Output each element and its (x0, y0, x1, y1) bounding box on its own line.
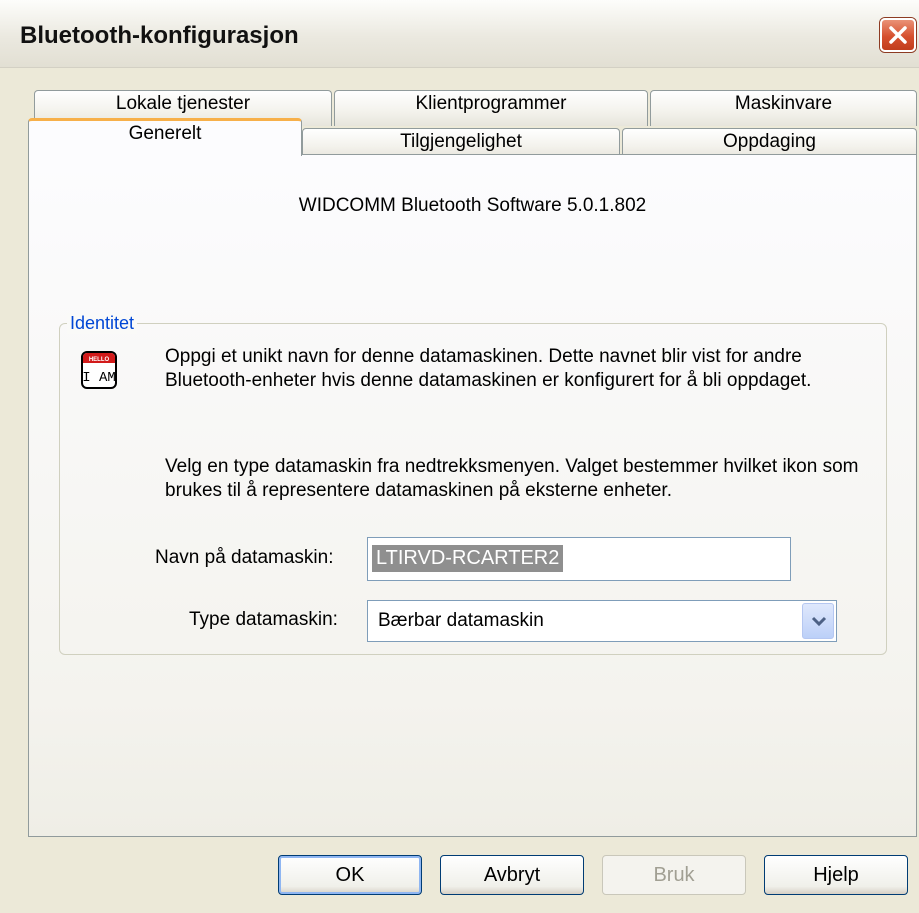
tab-label: Lokale tjenester (115, 93, 251, 114)
identity-group-label: Identitet (67, 313, 138, 334)
cancel-button[interactable]: Avbryt (440, 855, 584, 895)
computer-name-value: LTIRVD-RCARTER2 (372, 545, 564, 572)
computer-type-label: Type datamaskin: (189, 609, 338, 630)
tab-label: Generelt (128, 123, 202, 144)
name-tag-icon: HELLO I AM (81, 351, 117, 389)
tab-generelt[interactable]: Generelt (28, 118, 302, 156)
window-title: Bluetooth-konfigurasjon (20, 22, 299, 49)
dropdown-button[interactable] (802, 603, 834, 639)
help-button[interactable]: Hjelp (764, 855, 908, 895)
software-version-text: WIDCOMM Bluetooth Software 5.0.1.802 (298, 195, 647, 216)
name-tag-hello-text: HELLO (89, 357, 110, 363)
computer-type-value: Bærbar datamaskin (378, 610, 544, 631)
computer-name-input[interactable]: LTIRVD-RCARTER2 (367, 537, 791, 581)
computer-name-label: Navn på datamaskin: (155, 547, 334, 568)
close-icon (889, 26, 907, 44)
ok-button[interactable]: OK (278, 855, 422, 895)
general-tab-panel: WIDCOMM Bluetooth Software 5.0.1.802 Ide… (28, 154, 917, 837)
tab-label: Tilgjengelighet (400, 131, 522, 152)
chevron-down-icon (811, 616, 827, 627)
identity-description: Oppgi et unikt navn for denne datamaskin… (165, 346, 812, 391)
tab-label: Oppdaging (723, 131, 816, 152)
close-button[interactable] (880, 18, 916, 52)
title-bar[interactable]: Bluetooth-konfigurasjon (0, 0, 919, 68)
tab-label: Maskinvare (734, 93, 833, 114)
tab-maskinvare[interactable]: Maskinvare (650, 90, 917, 126)
tab-klientprogrammer[interactable]: Klientprogrammer (334, 90, 648, 126)
name-tag-iam-text: I AM (82, 370, 116, 386)
tab-label: Klientprogrammer (415, 93, 567, 114)
computer-type-description: Velg en type datamaskin fra nedtrekksmen… (165, 456, 859, 501)
apply-button[interactable]: Bruk (602, 855, 746, 895)
bluetooth-config-window: Bluetooth-konfigurasjon Lokale tjenester… (0, 0, 919, 913)
computer-type-select[interactable]: Bærbar datamaskin (367, 600, 837, 642)
tab-strip: Lokale tjenester Klientprogrammer Maskin… (0, 68, 919, 158)
